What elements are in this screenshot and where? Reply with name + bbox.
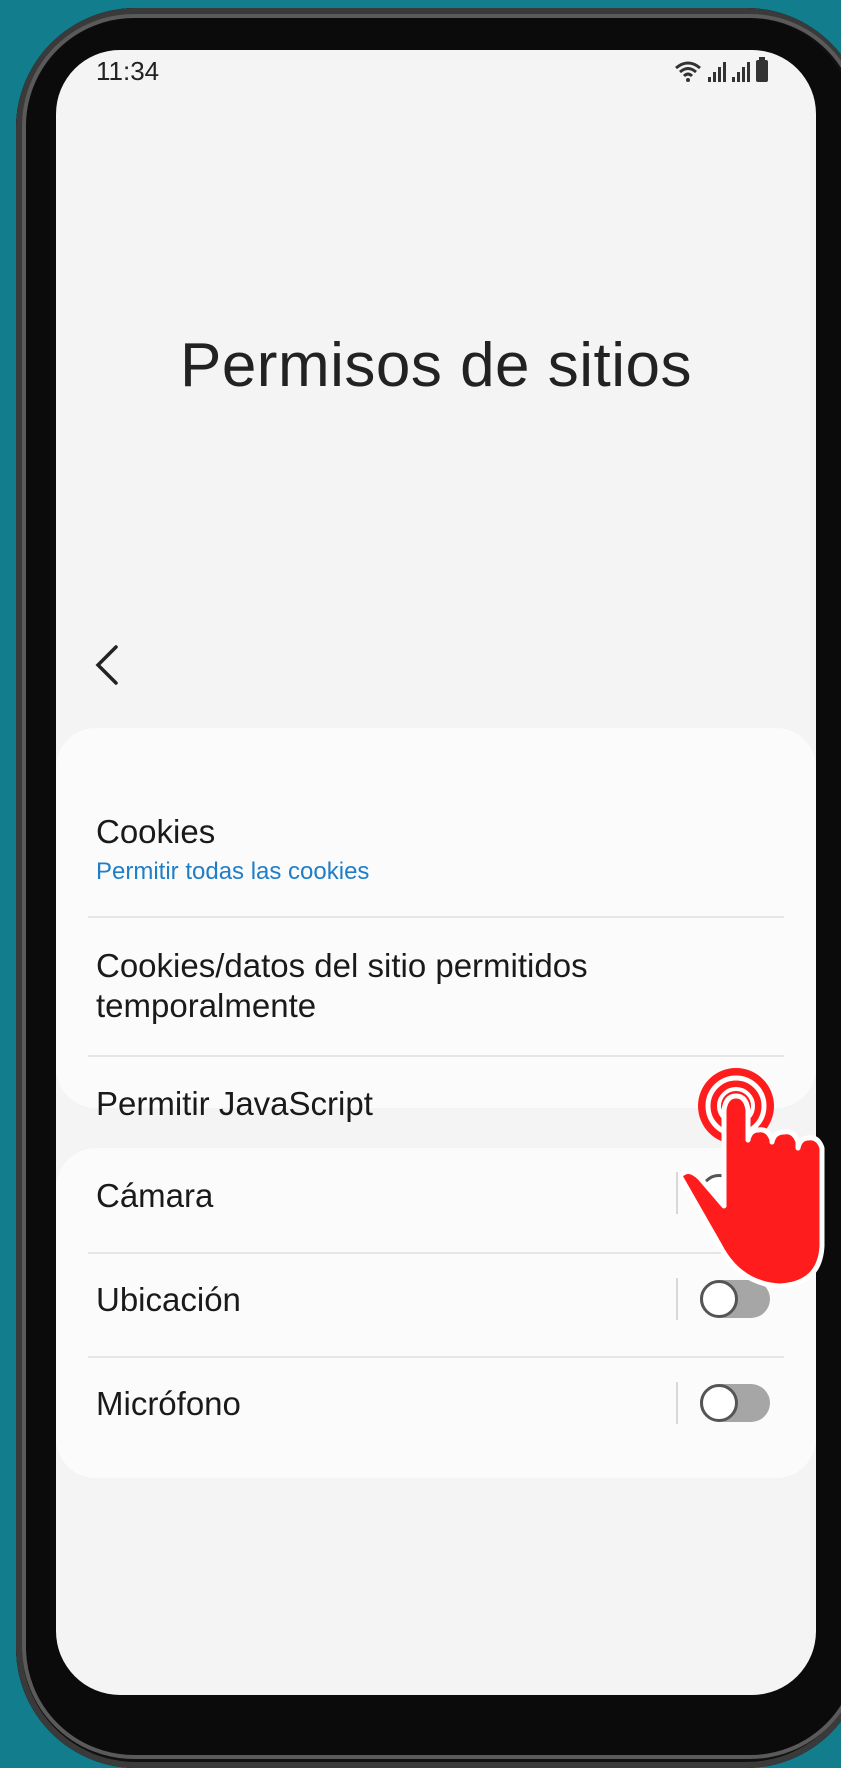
- toggle-knob: [700, 1384, 738, 1422]
- cookies-value: Permitir todas las cookies: [96, 858, 370, 885]
- page-title: Permisos de sitios: [179, 331, 693, 400]
- microphone-row[interactable]: Micrófono: [96, 1384, 776, 1424]
- javascript-label: Permitir JavaScript: [96, 1085, 373, 1122]
- status-icons: [674, 57, 768, 82]
- cookies-label: Cookies: [96, 813, 216, 850]
- signal-icon: [708, 62, 726, 82]
- divider: [88, 1055, 784, 1057]
- location-label: Ubicación: [96, 1281, 241, 1318]
- site-settings-card: Cookies Permitir todas las cookies Cooki…: [56, 728, 816, 1124]
- divider: [88, 1356, 784, 1358]
- wifi-icon: [675, 61, 701, 82]
- divider: [88, 916, 784, 918]
- chevron-left-icon: [95, 645, 118, 685]
- tap-hand-icon: [680, 1068, 825, 1289]
- battery-icon: [756, 57, 768, 82]
- location-row[interactable]: Ubicación: [96, 1280, 776, 1320]
- microphone-toggle[interactable]: [700, 1384, 770, 1422]
- microphone-label: Micrófono: [96, 1385, 241, 1422]
- temp-cookies-label: Cookies/datos del sitio permitidos tempo…: [96, 947, 588, 1024]
- status-bar: 11:34: [56, 50, 816, 110]
- javascript-row[interactable]: Permitir JavaScript: [96, 1084, 776, 1124]
- status-time: 11:34: [96, 56, 160, 86]
- camera-row[interactable]: Cámara: [96, 1176, 776, 1216]
- phone-screen: 11:34 Permisos de sitios Cookies Permiti…: [56, 50, 816, 1695]
- separator: [676, 1172, 678, 1214]
- back-button[interactable]: [92, 640, 132, 700]
- camera-label: Cámara: [96, 1177, 214, 1214]
- signal-icon-2: [732, 62, 750, 82]
- separator: [676, 1278, 678, 1320]
- separator: [676, 1382, 678, 1424]
- temp-cookies-row[interactable]: Cookies/datos del sitio permitidos tempo…: [96, 946, 776, 1026]
- cookies-row[interactable]: Cookies Permitir todas las cookies: [96, 812, 776, 886]
